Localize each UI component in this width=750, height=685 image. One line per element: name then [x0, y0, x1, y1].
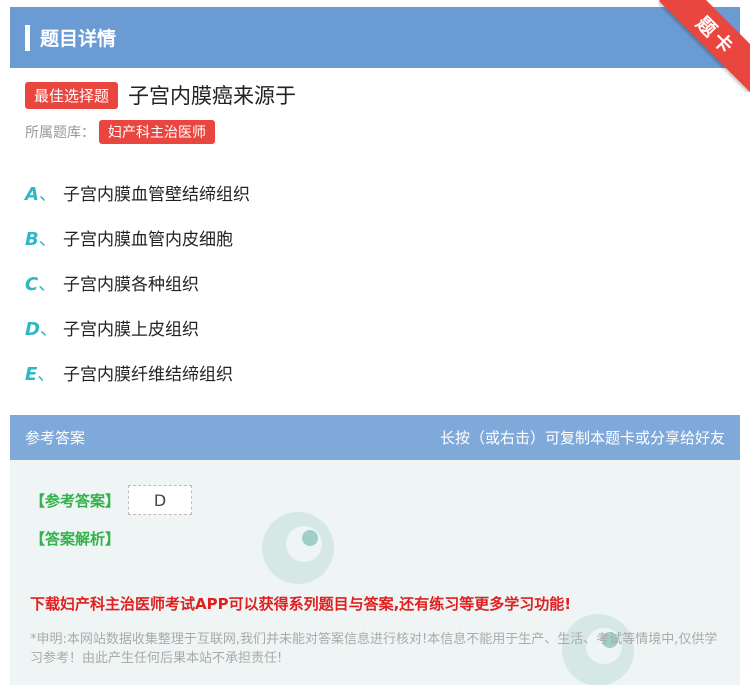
option-letter: A、: [25, 183, 57, 205]
option-b[interactable]: B、 子宫内膜血管内皮细胞: [25, 215, 250, 260]
option-letter: C、: [25, 273, 57, 295]
option-letter: E、: [25, 363, 56, 385]
download-promo-link[interactable]: 下载妇产科主治医师考试APP可以获得系列题目与答案,还有练习等更多学习功能!: [30, 593, 571, 614]
question-text: 子宫内膜癌来源于: [128, 84, 297, 108]
header-accent-bar: [25, 24, 30, 51]
answer-row: 【参考答案】 D: [30, 485, 193, 515]
watermark-logo-icon: [262, 512, 334, 584]
answer-panel: 参考答案 长按（或右击）可复制本题卡或分享给好友 【参考答案】 D 【答案解析】…: [10, 415, 740, 685]
option-c[interactable]: C、 子宫内膜各种组织: [25, 260, 250, 305]
corner-ribbon: 题卡: [658, 0, 750, 92]
bank-label: 所属题库：: [25, 125, 95, 141]
disclaimer-text: *申明:本网站数据收集整理于互联网,我们并未能对答案信息进行核对!本信息不能用于…: [30, 632, 718, 666]
question-row: 最佳选择题 子宫内膜癌来源于: [25, 80, 296, 110]
answer-label: 【参考答案】: [30, 491, 121, 510]
option-text: 子宫内膜各种组织: [63, 275, 199, 295]
ribbon-label: 题卡: [659, 0, 750, 92]
answer-section-title: 参考答案: [25, 429, 86, 447]
page-title: 题目详情: [40, 28, 117, 50]
option-a[interactable]: A、 子宫内膜血管壁结缔组织: [25, 170, 250, 215]
answer-body: 【参考答案】 D 【答案解析】 下载妇产科主治医师考试APP可以获得系列题目与答…: [10, 460, 740, 685]
share-hint: 长按（或右击）可复制本题卡或分享给好友: [439, 429, 725, 447]
answer-panel-header: 参考答案 长按（或右击）可复制本题卡或分享给好友: [10, 415, 740, 460]
card-header: 题目详情: [10, 7, 740, 68]
question-type-tag: 最佳选择题: [25, 81, 119, 109]
option-e[interactable]: E、 子宫内膜纤维结缔组织: [25, 350, 250, 395]
option-text: 子宫内膜血管内皮细胞: [63, 230, 233, 250]
option-text: 子宫内膜上皮组织: [63, 320, 199, 340]
option-letter: B、: [25, 228, 57, 250]
option-d[interactable]: D、 子宫内膜上皮组织: [25, 305, 250, 350]
bank-name-tag[interactable]: 妇产科主治医师: [99, 120, 215, 144]
option-text: 子宫内膜纤维结缔组织: [63, 365, 233, 385]
option-text: 子宫内膜血管壁结缔组织: [63, 185, 250, 205]
question-bank-row: 所属题库： 妇产科主治医师: [25, 120, 215, 144]
analysis-label: 【答案解析】: [30, 530, 121, 548]
options-list: A、 子宫内膜血管壁结缔组织 B、 子宫内膜血管内皮细胞 C、 子宫内膜各种组织…: [25, 170, 250, 395]
option-letter: D、: [25, 318, 58, 340]
analysis-row: 【答案解析】: [30, 528, 120, 549]
answer-value: D: [128, 485, 193, 515]
